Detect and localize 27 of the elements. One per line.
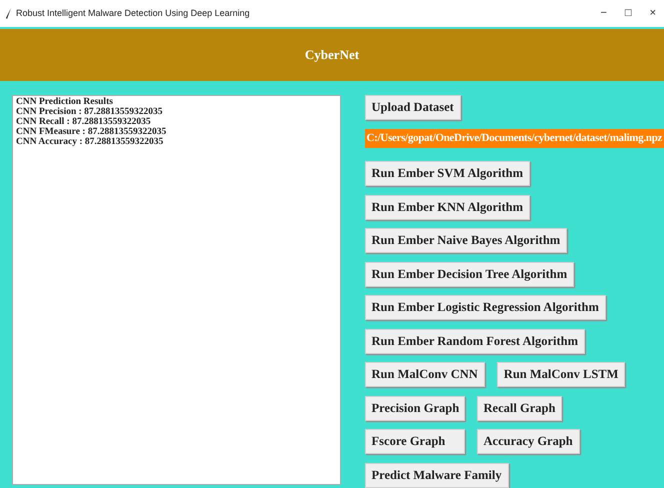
- results-text-area[interactable]: CNN Prediction Results CNN Precision : 87.28813559322035 CNN Recall : 87.28813559322035 CNN FMeasure : 87.28813559322035 CNN Accuracy : 87.28813559322035: [12, 95, 341, 485]
- action-button[interactable]: Run Ember Naive Bayes Algorithm: [364, 228, 568, 253]
- action-button[interactable]: Accuracy Graph: [476, 429, 580, 454]
- action-button[interactable]: Run Ember SVM Algorithm: [364, 161, 530, 186]
- action-button[interactable]: Run Ember Logistic Regression Algorithm: [364, 295, 606, 320]
- result-line: CNN Accuracy : 87.28813559322035: [16, 137, 164, 147]
- dataset-path: C:/Users/gopat/OneDrive/Documents/cybernet/dataset/malimg.npz: [364, 129, 664, 148]
- window-title: Robust Intelligent Malware Detection Using Deep Learning: [16, 6, 250, 20]
- result-line: CNN FMeasure : 87.28813559322035: [16, 127, 168, 137]
- action-button[interactable]: Run MalConv CNN: [364, 362, 485, 387]
- maximize-icon[interactable]: □: [624, 5, 632, 22]
- action-button[interactable]: Fscore Graph: [364, 429, 465, 454]
- action-button[interactable]: Run Ember Random Forest Algorithm: [364, 328, 586, 354]
- action-button[interactable]: Predict Malware Family: [364, 462, 509, 488]
- action-button[interactable]: Precision Graph: [364, 396, 465, 420]
- minimize-icon[interactable]: −: [600, 5, 607, 22]
- feather-icon: [6, 8, 12, 19]
- app-title: CyberNet: [304, 46, 360, 64]
- result-line: CNN Prediction Results: [16, 97, 114, 107]
- action-button[interactable]: Recall Graph: [476, 396, 562, 420]
- action-button[interactable]: Run MalConv LSTM: [496, 362, 626, 387]
- action-button[interactable]: Run Ember Decision Tree Algorithm: [364, 262, 574, 286]
- result-line: CNN Recall : 87.28813559322035: [16, 117, 152, 127]
- action-button[interactable]: Run Ember KNN Algorithm: [364, 194, 530, 220]
- result-line: CNN Precision : 87.28813559322035: [16, 107, 164, 117]
- close-icon[interactable]: ×: [650, 5, 656, 22]
- action-button[interactable]: Upload Dataset: [364, 95, 461, 120]
